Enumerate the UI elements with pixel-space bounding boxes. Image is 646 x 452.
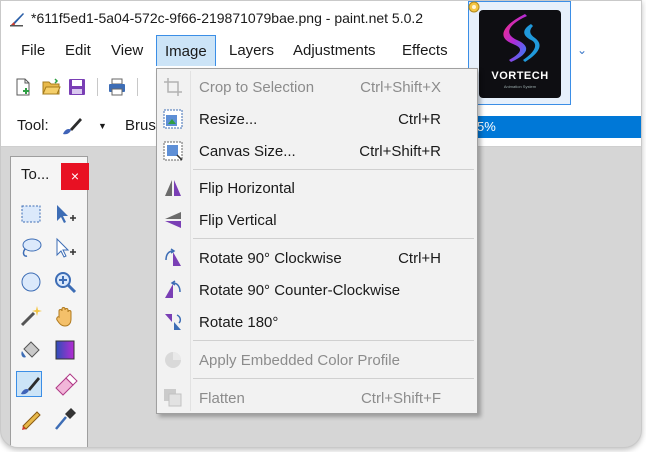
menu-image[interactable]: Image xyxy=(156,35,216,66)
image-tab-thumbnail[interactable]: VORTECH Animation System xyxy=(468,1,571,105)
thumbnail-brand-text: VORTECH xyxy=(491,70,549,82)
color-profile-icon xyxy=(165,352,181,368)
menu-separator xyxy=(193,169,474,170)
save-icon[interactable] xyxy=(67,77,87,97)
flip-horizontal-icon xyxy=(165,180,181,196)
menu-item-label: Crop to Selection xyxy=(199,79,315,96)
menu-bar: File Edit View Image Layers Adjustments … xyxy=(1,35,468,68)
paintnet-window: *611f5ed1-5a04-572c-9f66-219871079bae.pn… xyxy=(0,0,642,448)
menu-separator xyxy=(193,340,474,341)
menu-item-shortcut: Ctrl+R xyxy=(398,111,441,128)
rotate-180-icon xyxy=(165,314,182,330)
menu-file[interactable]: File xyxy=(21,42,45,59)
eraser-tool-icon[interactable] xyxy=(52,371,78,397)
menu-item-apply-embedded-color-profile[interactable]: Apply Embedded Color Profile xyxy=(157,344,477,376)
pencil-tool-icon[interactable] xyxy=(18,405,44,431)
menu-item-rotate-90-ccw[interactable]: Rotate 90° Counter-Clockwise xyxy=(157,274,477,306)
paintnet-app-icon xyxy=(10,13,24,27)
image-menu-dropdown: Crop to Selection Ctrl+Shift+X Resize...… xyxy=(156,68,478,414)
menu-item-label: Flip Horizontal xyxy=(199,180,295,197)
lasso-select-tool-icon[interactable] xyxy=(18,235,44,261)
paint-bucket-tool-icon[interactable] xyxy=(18,337,44,363)
menu-item-flip-horizontal[interactable]: Flip Horizontal xyxy=(157,172,477,204)
rotate-ccw-icon xyxy=(165,280,181,298)
menu-adjustments[interactable]: Adjustments xyxy=(293,42,376,59)
brush-width-label: Brus xyxy=(125,117,156,134)
gradient-tool-icon[interactable] xyxy=(52,337,78,363)
menu-item-rotate-180[interactable]: Rotate 180° xyxy=(157,306,477,338)
pan-tool-icon[interactable] xyxy=(52,303,78,329)
menu-item-label: Flip Vertical xyxy=(199,212,277,229)
toolbar-separator xyxy=(97,78,98,96)
window-title: *611f5ed1-5a04-572c-9f66-219871079bae.pn… xyxy=(31,10,424,26)
zoom-tool-icon[interactable] xyxy=(52,269,78,295)
menu-layers[interactable]: Layers xyxy=(229,42,274,59)
unsaved-badge-icon xyxy=(468,1,480,13)
menu-effects[interactable]: Effects xyxy=(402,42,448,59)
menu-item-shortcut: Ctrl+Shift+R xyxy=(359,143,441,160)
tools-panel-title: To... xyxy=(21,166,50,183)
menu-separator xyxy=(193,238,474,239)
menu-separator xyxy=(193,378,474,379)
menu-item-label: Canvas Size... xyxy=(199,143,296,160)
menu-view[interactable]: View xyxy=(111,42,143,59)
menu-item-shortcut: Ctrl+H xyxy=(398,250,441,267)
crop-icon xyxy=(164,78,182,96)
ellipse-select-tool-icon[interactable] xyxy=(18,269,44,295)
menu-item-flip-vertical[interactable]: Flip Vertical xyxy=(157,204,477,236)
flip-vertical-icon xyxy=(165,212,181,228)
move-selection-tool-icon[interactable] xyxy=(52,235,78,261)
menu-item-label: Rotate 90° Counter-Clockwise xyxy=(199,282,401,299)
thumbnail-image: VORTECH Animation System xyxy=(479,10,561,98)
menu-item-crop-to-selection[interactable]: Crop to Selection Ctrl+Shift+X xyxy=(157,71,477,103)
menu-edit[interactable]: Edit xyxy=(65,42,91,59)
menu-item-label: Rotate 180° xyxy=(199,314,279,331)
flatten-icon xyxy=(164,389,182,407)
paintbrush-tool-selected-icon[interactable] xyxy=(16,371,42,397)
menu-item-label: Rotate 90° Clockwise xyxy=(199,250,342,267)
tool-dropdown-chevron-icon[interactable]: ▼ xyxy=(98,121,107,131)
move-selected-tool-icon[interactable] xyxy=(52,201,78,227)
toolbar-separator xyxy=(137,78,138,96)
tools-close-button[interactable]: × xyxy=(61,163,89,190)
tools-panel: To... × xyxy=(10,156,89,447)
menu-item-label: Flatten xyxy=(199,390,245,407)
zoom-value-text: 5% xyxy=(477,119,496,134)
rotate-cw-icon xyxy=(165,248,181,266)
zoom-progress-bar[interactable]: 5% xyxy=(471,116,641,138)
menu-item-label: Apply Embedded Color Profile xyxy=(199,352,400,369)
thumbnail-tagline: Animation System xyxy=(503,84,537,89)
paintbrush-tool-icon[interactable] xyxy=(59,115,83,137)
print-icon[interactable] xyxy=(107,77,127,97)
menu-item-resize[interactable]: Resize... Ctrl+R xyxy=(157,103,477,135)
color-picker-tool-icon[interactable] xyxy=(52,405,78,431)
open-folder-icon[interactable] xyxy=(41,77,61,97)
menu-item-flatten[interactable]: Flatten Ctrl+Shift+F xyxy=(157,382,477,414)
menu-item-rotate-90-cw[interactable]: Rotate 90° Clockwise Ctrl+H xyxy=(157,242,477,274)
menu-item-shortcut: Ctrl+Shift+F xyxy=(360,390,441,407)
resize-icon xyxy=(163,109,183,129)
chevron-down-icon[interactable]: ⌄ xyxy=(577,43,587,57)
tool-label: Tool: xyxy=(17,117,49,134)
menu-item-canvas-size[interactable]: Canvas Size... Ctrl+Shift+R xyxy=(157,135,477,167)
rectangle-select-tool-icon[interactable] xyxy=(18,201,44,227)
magic-wand-tool-icon[interactable] xyxy=(18,303,44,329)
canvas-size-icon xyxy=(163,141,183,161)
menu-item-shortcut: Ctrl+Shift+X xyxy=(360,79,441,96)
new-file-icon[interactable] xyxy=(13,77,33,97)
menu-item-label: Resize... xyxy=(199,111,258,128)
